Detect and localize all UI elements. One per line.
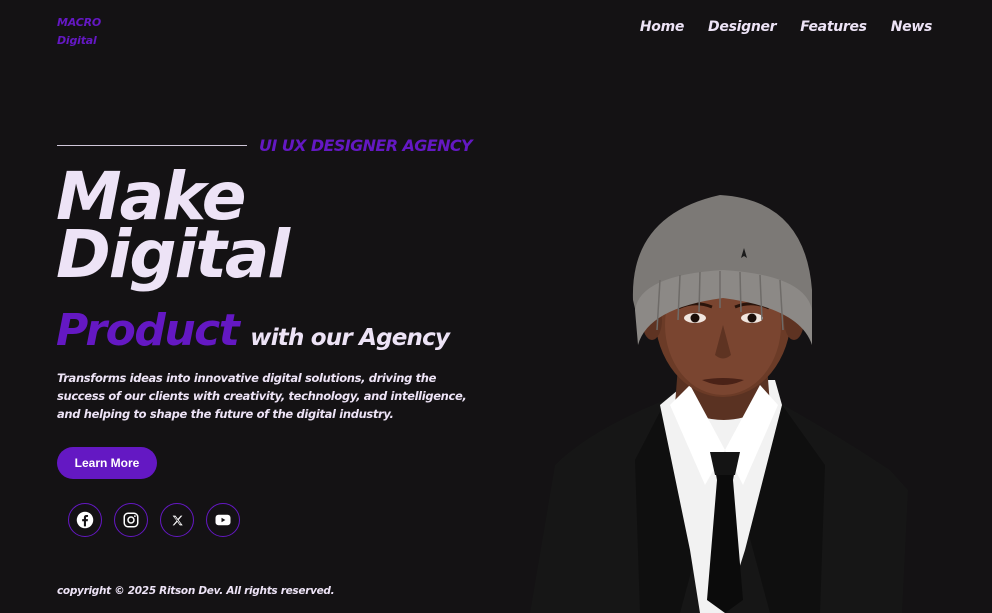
hero-subheadline: Product with our Agency (56, 305, 450, 356)
hero-description: Transforms ideas into innovative digital… (57, 371, 467, 421)
instagram-link[interactable] (114, 503, 148, 537)
youtube-icon (215, 514, 231, 526)
social-links (68, 503, 240, 537)
nav-link-news[interactable]: News (891, 19, 933, 35)
hero-agency-phrase: with our Agency (250, 325, 450, 351)
tagline-row: UI UX DESIGNER AGENCY (57, 136, 473, 155)
copyright-text: copyright © 2025 Ritson Dev. All rights … (57, 585, 335, 597)
brand-logo[interactable]: MACRO Digital (57, 14, 101, 50)
brand-logo-line1: MACRO (57, 16, 102, 29)
nav-link-home[interactable]: Home (640, 19, 685, 35)
facebook-icon (76, 511, 94, 529)
hero-tagline: UI UX DESIGNER AGENCY (259, 136, 473, 155)
facebook-link[interactable] (68, 503, 102, 537)
instagram-icon (123, 512, 139, 528)
brand-logo-line2: Digital (57, 34, 97, 47)
hero-headline: Make Digital (56, 164, 290, 293)
x-twitter-icon (172, 515, 183, 525)
hero-headline-line2: Digital (56, 216, 290, 293)
tagline-divider (57, 145, 247, 146)
nav-link-features[interactable]: Features (800, 19, 867, 35)
learn-more-button[interactable]: Learn More (57, 447, 157, 479)
nav-link-designer[interactable]: Designer (708, 19, 777, 35)
landing-page: MACRO Digital Home Designer Features New… (0, 0, 992, 613)
portrait-image (530, 195, 908, 613)
youtube-link[interactable] (206, 503, 240, 537)
main-nav: Home Designer Features News (640, 19, 932, 35)
hero-product-word: Product (56, 305, 240, 356)
x-twitter-link[interactable] (160, 503, 194, 537)
